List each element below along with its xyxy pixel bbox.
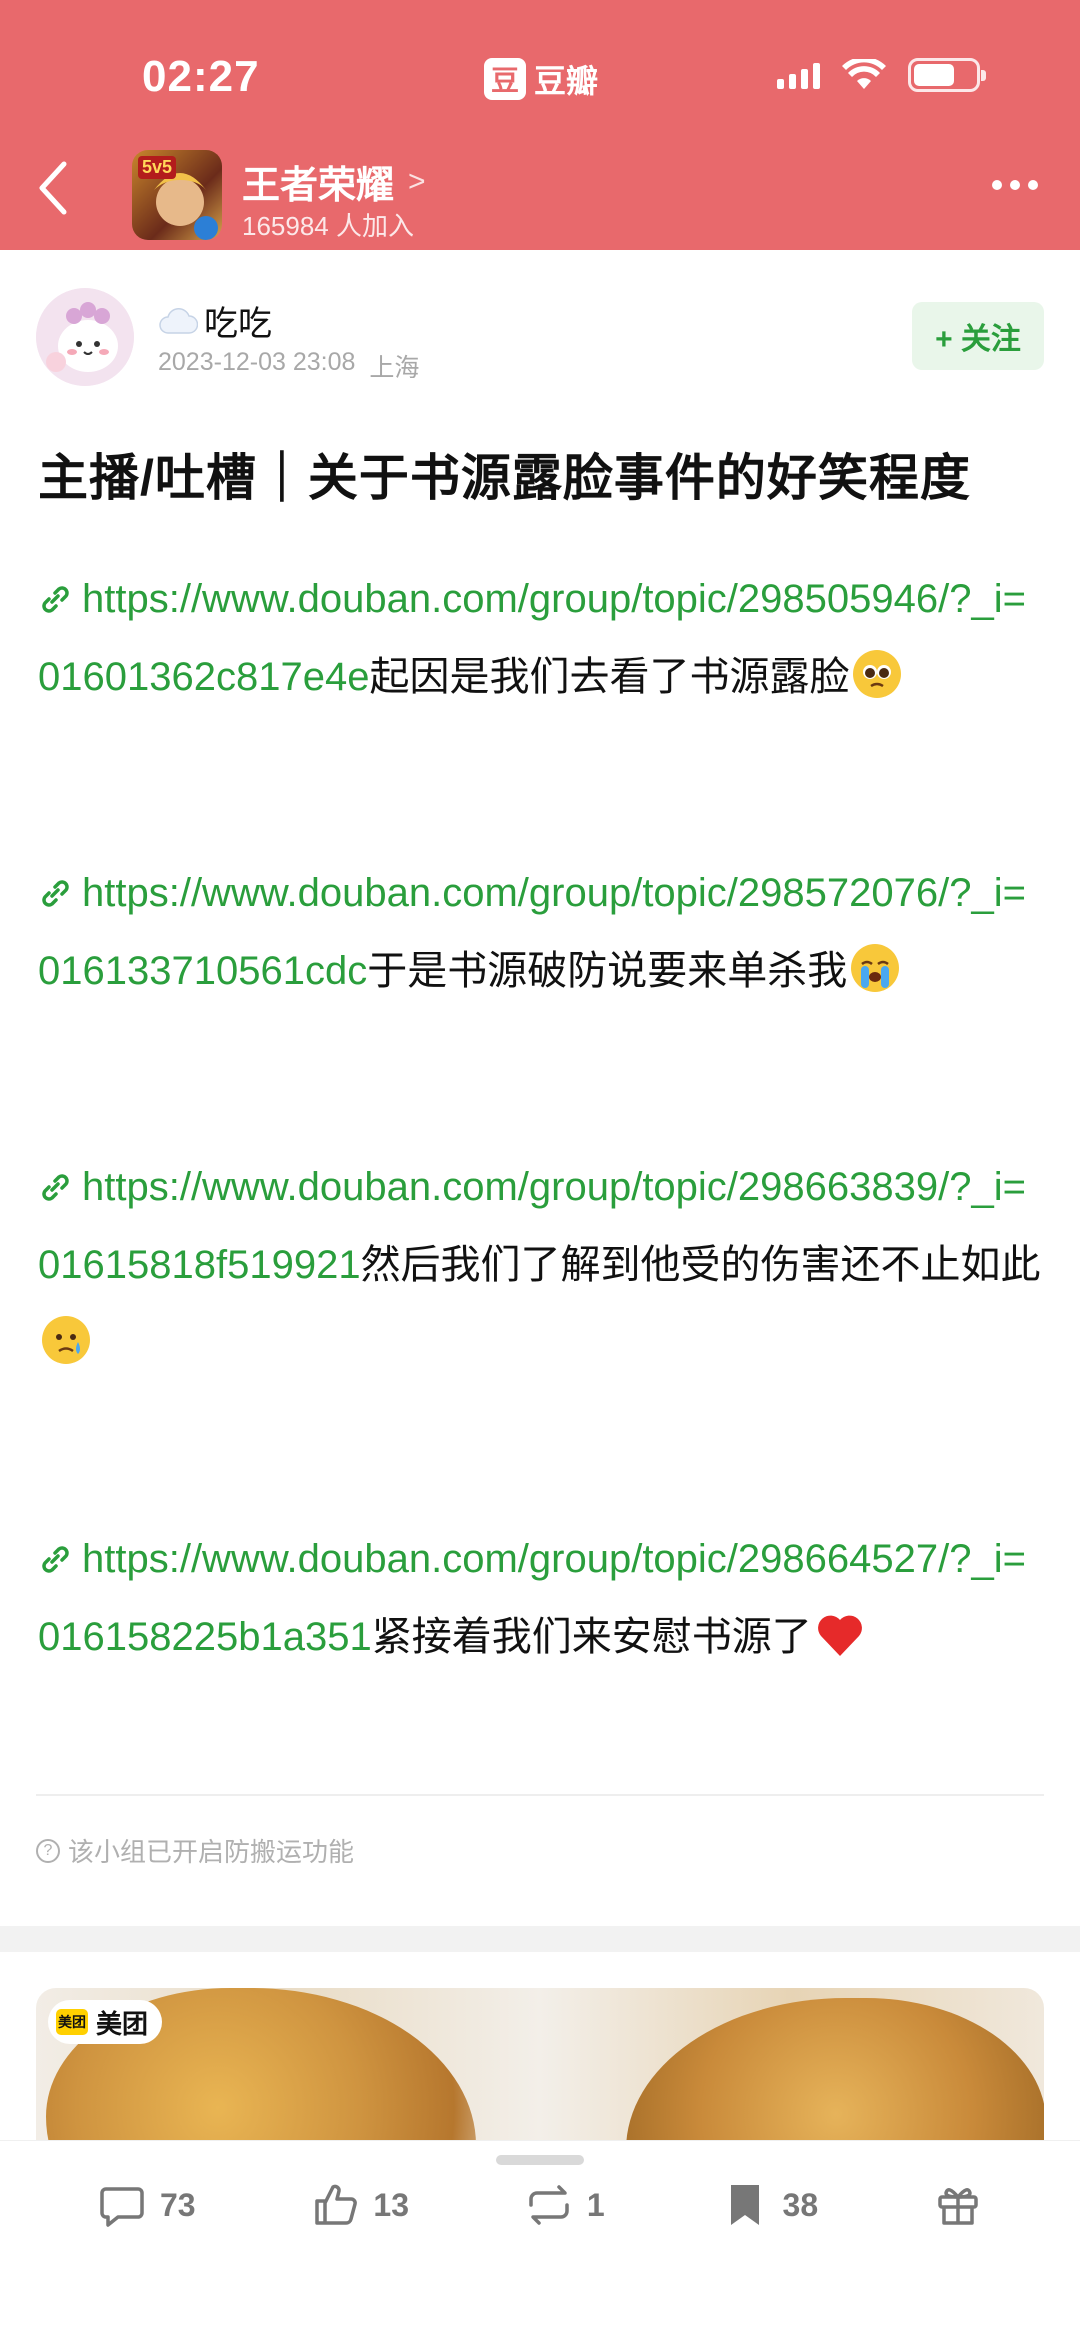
post-body: https://www.douban.com/group/topic/29850… <box>38 560 1044 1814</box>
group-avatar[interactable]: 5v5 <box>132 150 222 240</box>
group-header: 02:27 豆 豆瓣 5v5 王者荣耀 > 165984 人加入 <box>0 0 1080 250</box>
chevron-left-icon <box>39 161 67 215</box>
paragraph-text: 起因是我们去看了书源露脸 <box>369 655 850 699</box>
gift-icon <box>938 2188 978 2225</box>
ad-brand-badge: 美团 美团 <box>48 2000 163 2044</box>
post-location: 上海 <box>369 354 420 382</box>
more-options-button[interactable] <box>992 180 1038 190</box>
pleading-face-icon <box>853 650 902 698</box>
repost-icon <box>529 2185 569 2225</box>
post-paragraph: https://www.douban.com/group/topic/29850… <box>38 560 1044 716</box>
group-avatar-badge: 5v5 <box>138 156 177 179</box>
loudly-crying-face-icon <box>851 944 900 992</box>
section-separator <box>0 1926 1080 1952</box>
author-name-row[interactable]: 吃吃 <box>158 296 272 345</box>
reshare-count: 1 <box>586 2186 605 2223</box>
meituan-logo-icon: 美团 <box>56 2009 88 2035</box>
post-title: 主播/吐槽｜关于书源露脸事件的好笑程度 <box>38 450 971 506</box>
thumbs-up-icon <box>315 2184 358 2225</box>
chevron-right-icon: > <box>408 164 426 198</box>
drag-handle[interactable] <box>496 2155 584 2165</box>
comment-button[interactable]: 73 <box>98 2181 196 2229</box>
paragraph-text: 紧接着我们来安慰书源了 <box>371 1615 812 1659</box>
author-avatar[interactable] <box>36 288 134 386</box>
cloud-icon <box>159 307 198 334</box>
cellular-signal-icon <box>777 61 820 89</box>
content-divider <box>36 1794 1044 1796</box>
link-icon <box>42 586 69 613</box>
link-icon <box>42 880 69 907</box>
ad-brand-name: 美团 <box>96 2008 149 2039</box>
gift-button[interactable] <box>934 2181 982 2229</box>
bookmark-icon <box>730 2185 759 2225</box>
like-button[interactable]: 13 <box>311 2181 409 2229</box>
action-row: 73 13 1 38 <box>0 2181 1080 2229</box>
battery-icon <box>908 58 986 92</box>
status-app-indicator: 豆 豆瓣 <box>484 56 598 102</box>
group-name-link[interactable]: 王者荣耀 > <box>242 154 426 209</box>
group-name: 王者荣耀 <box>242 165 395 207</box>
question-circle-icon: ? <box>36 1838 60 1863</box>
bottom-action-bar: 73 13 1 38 <box>0 2140 1080 2347</box>
collect-button[interactable]: 38 <box>721 2181 819 2229</box>
post-date: 2023-12-03 23:08 <box>158 348 356 376</box>
comment-icon <box>100 2187 144 2227</box>
paragraph-text: 于是书源破防说要来单杀我 <box>367 949 848 993</box>
avatar-character-icon <box>36 288 134 386</box>
author-meta: 2023-12-03 23:08 上海 <box>158 348 419 384</box>
link-icon <box>42 1174 69 1201</box>
link-icon <box>42 1546 69 1573</box>
comment-count: 73 <box>159 2186 196 2223</box>
reshare-button[interactable]: 1 <box>525 2181 605 2229</box>
like-count: 13 <box>373 2186 409 2223</box>
douban-logo-icon: 豆 <box>484 58 526 100</box>
wifi-icon <box>842 59 886 89</box>
post-paragraph: https://www.douban.com/group/topic/29866… <box>38 1520 1044 1676</box>
group-member-count: 165984 人加入 <box>242 211 414 241</box>
follow-button[interactable]: + 关注 <box>912 302 1044 370</box>
collect-count: 38 <box>782 2186 819 2223</box>
author-name: 吃吃 <box>204 305 272 343</box>
anti-repost-notice-text: 该小组已开启防搬运功能 <box>68 1837 355 1867</box>
sad-but-relieved-face-icon <box>42 1316 90 1364</box>
anti-repost-notice: ? 该小组已开启防搬运功能 <box>36 1832 354 1869</box>
paragraph-text: 然后我们了解到他受的伤害还不止如此 <box>360 1243 1041 1287</box>
status-icons <box>777 58 986 92</box>
status-time: 02:27 <box>142 52 260 101</box>
back-button[interactable] <box>36 160 76 216</box>
red-heart-icon <box>817 1615 862 1656</box>
post-paragraph: https://www.douban.com/group/topic/29857… <box>38 854 1044 1010</box>
post-paragraph: https://www.douban.com/group/topic/29866… <box>38 1148 1044 1382</box>
status-app-name: 豆瓣 <box>534 63 599 99</box>
